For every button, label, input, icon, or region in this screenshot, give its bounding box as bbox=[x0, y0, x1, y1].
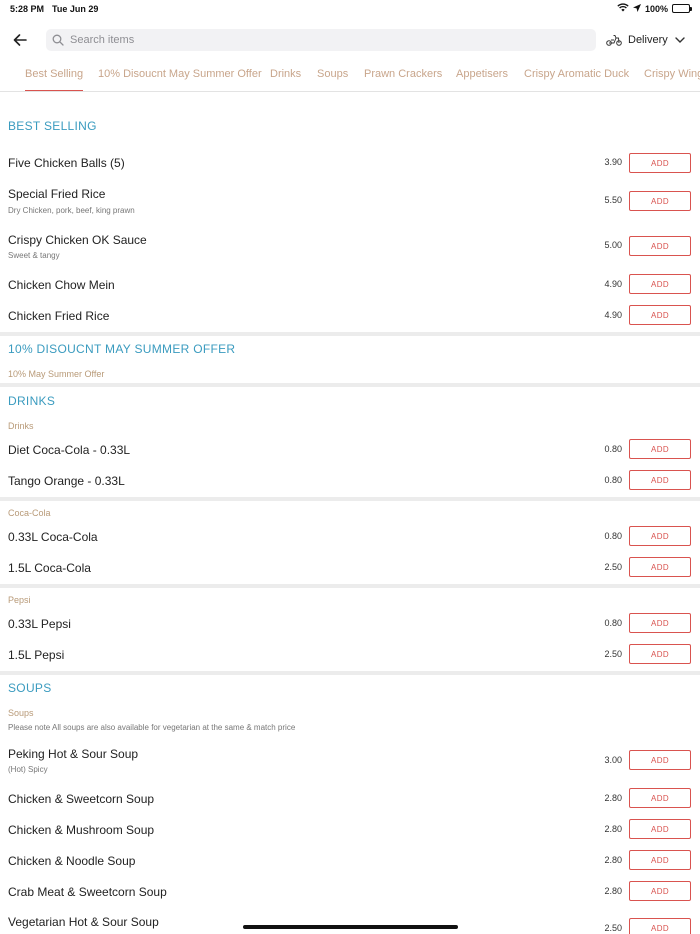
tab-crispy-wing[interactable]: Crispy Wing bbox=[644, 68, 700, 91]
group-divider bbox=[0, 497, 700, 501]
add-button[interactable]: ADD bbox=[629, 439, 691, 459]
tab-prawn-crackers[interactable]: Prawn Crackers bbox=[364, 68, 442, 91]
item-price: 2.80 bbox=[604, 855, 622, 865]
search-bar[interactable] bbox=[46, 29, 596, 51]
section-divider bbox=[0, 671, 700, 675]
item-description: Dry Chicken, pork, beef, king prawn bbox=[8, 206, 135, 215]
add-button[interactable]: ADD bbox=[629, 644, 691, 664]
item-description: Sweet & tangy bbox=[8, 251, 60, 260]
search-input[interactable] bbox=[70, 34, 570, 46]
status-bar: 5:28 PM Tue Jun 29 100% bbox=[0, 0, 700, 18]
add-button[interactable]: ADD bbox=[629, 788, 691, 808]
search-icon bbox=[52, 34, 64, 46]
back-button[interactable] bbox=[10, 30, 30, 50]
item-description: (Hot) Spicy bbox=[8, 765, 48, 774]
wifi-icon bbox=[617, 3, 629, 14]
item-name: Special Fried Rice bbox=[8, 187, 106, 201]
tab-appetisers[interactable]: Appetisers bbox=[456, 68, 508, 91]
item-name: Diet Coca-Cola - 0.33L bbox=[8, 443, 131, 457]
item-price: 2.50 bbox=[604, 923, 622, 933]
status-right: 100% bbox=[617, 3, 692, 14]
item-name: Chicken & Sweetcorn Soup bbox=[8, 792, 155, 806]
add-button[interactable]: ADD bbox=[629, 918, 691, 934]
add-button[interactable]: ADD bbox=[629, 557, 691, 577]
section-title-best-selling: BEST SELLING bbox=[8, 119, 97, 133]
item-price: 2.50 bbox=[604, 649, 622, 659]
item-name: Chicken & Noodle Soup bbox=[8, 854, 136, 868]
item-name: Peking Hot & Sour Soup bbox=[8, 747, 139, 761]
item-price: 5.50 bbox=[604, 195, 622, 205]
home-indicator bbox=[243, 925, 458, 929]
item-price: 2.80 bbox=[604, 793, 622, 803]
section-note: Please note All soups are also available… bbox=[8, 723, 296, 732]
location-arrow-icon bbox=[632, 3, 641, 14]
section-sub-label: 10% May Summer Offer bbox=[8, 369, 105, 379]
tab-crispy-aromatic-duck[interactable]: Crispy Aromatic Duck bbox=[524, 68, 629, 91]
section-title-summer-offer: 10% DISOUCNT MAY SUMMER OFFER bbox=[8, 342, 236, 356]
tab-best-selling[interactable]: Best Selling bbox=[25, 68, 84, 91]
add-button[interactable]: ADD bbox=[629, 750, 691, 770]
item-price: 4.90 bbox=[604, 279, 622, 289]
item-price: 2.50 bbox=[604, 562, 622, 572]
add-button[interactable]: ADD bbox=[629, 850, 691, 870]
status-date: Tue Jun 29 bbox=[52, 4, 99, 14]
section-divider bbox=[0, 332, 700, 336]
add-button[interactable]: ADD bbox=[629, 236, 691, 256]
item-name: Vegetarian Hot & Sour Soup bbox=[8, 915, 159, 929]
item-price: 5.00 bbox=[604, 240, 622, 250]
scooter-icon bbox=[606, 35, 622, 46]
delivery-label: Delivery bbox=[628, 34, 668, 46]
section-divider bbox=[0, 383, 700, 387]
tab-summer-offer[interactable]: 10% Disoucnt May Summer Offer bbox=[98, 68, 262, 91]
item-name: Chicken Chow Mein bbox=[8, 278, 115, 292]
group-label-pepsi: Pepsi bbox=[8, 595, 31, 605]
status-time: 5:28 PM bbox=[10, 4, 45, 14]
item-name: Chicken Fried Rice bbox=[8, 309, 110, 323]
chevron-down-icon bbox=[675, 37, 685, 43]
add-button[interactable]: ADD bbox=[629, 153, 691, 173]
add-button[interactable]: ADD bbox=[629, 881, 691, 901]
item-price: 0.80 bbox=[604, 444, 622, 454]
section-sub-label: Soups bbox=[8, 708, 34, 718]
add-button[interactable]: ADD bbox=[629, 305, 691, 325]
add-button[interactable]: ADD bbox=[629, 526, 691, 546]
back-arrow-icon bbox=[13, 34, 27, 46]
add-button[interactable]: ADD bbox=[629, 613, 691, 633]
add-button[interactable]: ADD bbox=[629, 819, 691, 839]
item-price: 4.90 bbox=[604, 310, 622, 320]
add-button[interactable]: ADD bbox=[629, 274, 691, 294]
section-title-drinks: DRINKS bbox=[8, 394, 56, 408]
group-label-coca-cola: Coca-Cola bbox=[8, 508, 51, 518]
item-name: Chicken & Mushroom Soup bbox=[8, 823, 155, 837]
item-name: 0.33L Coca-Cola bbox=[8, 530, 98, 544]
delivery-selector[interactable]: Delivery bbox=[606, 29, 686, 51]
item-name: Tango Orange - 0.33L bbox=[8, 474, 125, 488]
battery-percent: 100% bbox=[644, 3, 668, 14]
group-label-drinks: Drinks bbox=[8, 421, 34, 431]
tab-drinks[interactable]: Drinks bbox=[270, 68, 301, 91]
group-divider bbox=[0, 584, 700, 588]
item-price: 2.80 bbox=[604, 824, 622, 834]
item-price: 0.80 bbox=[604, 618, 622, 628]
category-tabs: Best Selling 10% Disoucnt May Summer Off… bbox=[0, 62, 700, 92]
tab-soups[interactable]: Soups bbox=[317, 68, 348, 91]
item-name: Five Chicken Balls (5) bbox=[8, 156, 125, 170]
item-price: 3.00 bbox=[604, 755, 622, 765]
item-name: Crab Meat & Sweetcorn Soup bbox=[8, 885, 167, 899]
battery-icon bbox=[672, 4, 692, 13]
add-button[interactable]: ADD bbox=[629, 470, 691, 490]
item-name: Crispy Chicken OK Sauce bbox=[8, 233, 147, 247]
item-name: 0.33L Pepsi bbox=[8, 617, 71, 631]
item-price: 0.80 bbox=[604, 475, 622, 485]
item-name: 1.5L Pepsi bbox=[8, 648, 65, 662]
top-bar: Delivery bbox=[0, 26, 700, 54]
add-button[interactable]: ADD bbox=[629, 191, 691, 211]
item-price: 2.80 bbox=[604, 886, 622, 896]
item-price: 0.80 bbox=[604, 531, 622, 541]
section-title-soups: SOUPS bbox=[8, 681, 52, 695]
item-price: 3.90 bbox=[604, 157, 622, 167]
item-name: 1.5L Coca-Cola bbox=[8, 561, 91, 575]
